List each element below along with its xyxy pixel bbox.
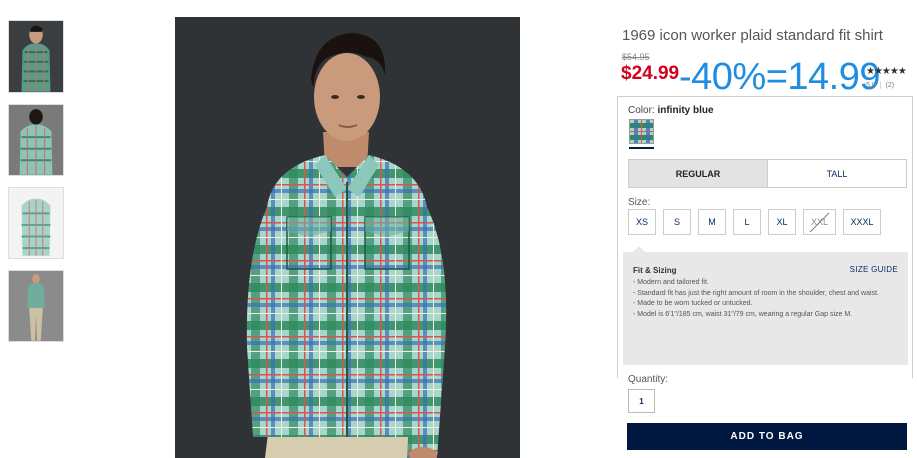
tab-tall[interactable]: TALL (768, 160, 906, 187)
size-xl-button[interactable]: XL (768, 209, 796, 235)
rating-stars[interactable]: ★★★★★ (866, 66, 907, 77)
thumbnail-front-image (9, 21, 63, 92)
thumbnail-full-body-image (9, 271, 63, 341)
plaid-swatch-icon (630, 120, 653, 143)
color-label: Color: infinity blue (628, 105, 714, 116)
quantity-label: Quantity: (628, 374, 669, 385)
size-xs-button[interactable]: XS (628, 209, 656, 235)
size-label: Size: (628, 197, 651, 208)
main-product-image[interactable] (175, 17, 520, 458)
thumbnail-back-image (9, 105, 63, 175)
size-m-button[interactable]: M (698, 209, 726, 235)
add-to-bag-button[interactable]: ADD TO BAG (627, 423, 907, 450)
color-swatch-infinity-blue[interactable] (629, 119, 654, 144)
sale-price: $24.99 (621, 63, 680, 84)
fit-sizing-title: Fit & Sizing (633, 266, 677, 275)
size-xxxl-button[interactable]: XXXL (843, 209, 881, 235)
fit-box-notch (633, 246, 645, 252)
thumbnail-full-body[interactable] (8, 270, 64, 342)
fit-sizing-box: Fit & Sizing SIZE GUIDE - Modern and tai… (623, 246, 908, 365)
thumbnail-flat[interactable] (8, 187, 64, 259)
product-title: 1969 icon worker plaid standard fit shir… (622, 27, 883, 44)
thumbnail-back[interactable] (8, 104, 64, 176)
model-plaid-shirt-image (175, 17, 520, 458)
fit-bullet: - Standard fit has just the right amount… (633, 289, 879, 297)
thumbnail-flat-image (9, 188, 63, 258)
quantity-input[interactable]: 1 (628, 389, 655, 413)
rating-summary[interactable]: 5.0 | (2) (866, 82, 894, 89)
size-l-button[interactable]: L (733, 209, 761, 235)
size-guide-link[interactable]: SIZE GUIDE (850, 265, 898, 274)
fit-bullet: - Modern and tailored fit. (633, 279, 709, 286)
size-s-button[interactable]: S (663, 209, 691, 235)
rating-divider: | (879, 82, 882, 89)
rating-value: 5.0 (866, 82, 876, 89)
original-price: $54.95 (622, 52, 650, 62)
fit-bullet: - Made to be worn tucked or untucked. (633, 300, 753, 307)
fit-sizing-list: - Modern and tailored fit. - Standard fi… (633, 279, 901, 321)
fit-bullet: - Model is 6'1"/185 cm, waist 31"/79 cm,… (633, 310, 853, 318)
review-count: (2) (885, 82, 895, 89)
thumbnail-front[interactable] (8, 20, 64, 93)
color-selected-name: infinity blue (657, 105, 714, 116)
discount-overlay-text: -40%=14.99 (679, 56, 881, 98)
fit-tabs: REGULAR TALL (628, 159, 907, 188)
swatch-selected-indicator (629, 147, 654, 149)
color-label-prefix: Color: (628, 105, 655, 116)
tab-regular[interactable]: REGULAR (629, 160, 768, 187)
size-xxl-button[interactable]: XXL (803, 209, 836, 235)
product-options-panel: Color: infinity blue REGULAR TALL Size: … (617, 96, 913, 385)
